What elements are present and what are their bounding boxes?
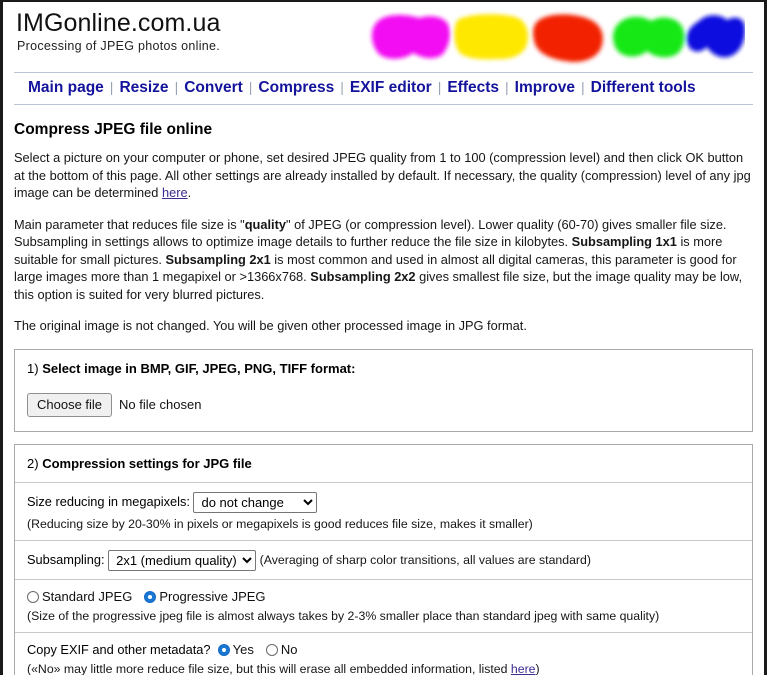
nav-separator: | [340, 79, 344, 95]
standard-jpeg-label[interactable]: Standard JPEG [42, 589, 132, 604]
nav-item-improve[interactable]: Improve [515, 79, 575, 96]
size-reducing-select[interactable]: do not change [193, 491, 318, 513]
nav-item-main-page[interactable]: Main page [28, 79, 104, 96]
step1-heading: 1) Select image in BMP, GIF, JPEG, PNG, … [15, 350, 752, 387]
parameters-paragraph: Main parameter that reduces file size is… [14, 216, 753, 304]
exif-note-after: ) [535, 661, 540, 675]
nav-separator: | [174, 79, 179, 95]
yellow-blob [454, 14, 529, 60]
exif-note-before: («No» may little more reduce file size, … [27, 661, 511, 675]
nav-separator: | [248, 79, 253, 95]
para2-quality-term: quality [244, 216, 286, 232]
exif-row: Copy EXIF and other metadata? Yes No («No… [15, 633, 752, 675]
page-root: IMGonline.com.ua Processing of JPEG phot… [0, 0, 767, 675]
exif-yes-radio[interactable] [217, 643, 230, 656]
blue-blob [686, 15, 745, 58]
exif-label: Copy EXIF and other metadata? [27, 641, 211, 657]
intro-text-part2: . [187, 185, 192, 200]
nav-item-resize[interactable]: Resize [119, 79, 168, 96]
file-status-label: No file chosen [119, 397, 202, 412]
page-title: Compress JPEG file online [14, 121, 213, 138]
magenta-blob [371, 15, 451, 59]
exif-no-radio[interactable] [265, 643, 278, 656]
progressive-jpeg-radio[interactable] [144, 590, 157, 603]
step2-heading: 2) Compression settings for JPG file [15, 445, 752, 482]
step2-panel: 2) Compression settings for JPG file Siz… [14, 443, 753, 675]
nav-item-effects[interactable]: Effects [447, 79, 499, 96]
step1-body: Choose file No file chosen [15, 387, 752, 431]
para2-subsampling-2x2-term: Subsampling 2x2 [310, 269, 416, 284]
para2-subsampling-1x1-term: Subsampling 1x1 [571, 234, 677, 249]
nav-item-different-tools[interactable]: Different tools [591, 79, 696, 96]
step2-title: Compression settings for JPG file [42, 455, 252, 471]
nav-item-convert[interactable]: Convert [184, 79, 243, 96]
intro-text-part1: Select a picture on your computer or pho… [14, 150, 751, 200]
intro-here-link[interactable]: here [162, 185, 188, 200]
logo-blobs-graphic [371, 14, 745, 62]
choose-file-button[interactable]: Choose file [27, 392, 113, 417]
nav-separator: | [580, 79, 585, 95]
step1-number: 1) [27, 360, 39, 376]
size-reducing-note: (Reducing size by 20-30% in pixels or me… [27, 516, 533, 531]
exif-here-link[interactable]: here [511, 662, 536, 675]
exif-note: («No» may little more reduce file size, … [27, 661, 740, 675]
red-blob [533, 14, 603, 62]
green-blob [613, 16, 685, 58]
nav-list: Main page | Resize | Convert | Compress | EXIF e… [14, 79, 753, 97]
nav-separator: | [109, 79, 114, 95]
nav-item-exif-editor[interactable]: EXIF editor [350, 79, 432, 96]
step1-title: Select image in BMP, GIF, JPEG, PNG, TIF… [42, 360, 356, 376]
step1-panel: 1) Select image in BMP, GIF, JPEG, PNG, … [14, 348, 753, 432]
jpeg-type-row: Standard JPEG Progressive JPEG (Size of t… [15, 580, 752, 632]
primary-navigation: Main page | Resize | Convert | Compress | EXIF e… [14, 72, 753, 105]
nav-item-compress[interactable]: Compress [258, 79, 334, 96]
original-image-note: The original image is not changed. You w… [14, 318, 527, 333]
exif-no-label[interactable]: No [281, 642, 298, 657]
subsampling-row: Subsampling: 2x1 (medium quality) (Avera… [15, 541, 752, 579]
site-header: IMGonline.com.ua Processing of JPEG phot… [14, 2, 753, 70]
size-reducing-label: Size reducing in megapixels: [27, 493, 190, 509]
size-reducing-row: Size reducing in megapixels: do not chan… [15, 483, 752, 540]
subsampling-note: (Averaging of sharp color transitions, a… [259, 552, 591, 567]
jpeg-type-note: (Size of the progressive jpeg file is al… [27, 608, 660, 623]
subsampling-select[interactable]: 2x1 (medium quality) [108, 549, 257, 571]
nav-separator: | [437, 79, 442, 95]
subsampling-label: Subsampling: [27, 551, 105, 567]
exif-yes-label[interactable]: Yes [233, 642, 254, 657]
intro-paragraph: Select a picture on your computer or pho… [14, 149, 753, 202]
para2-subsampling-2x1-term: Subsampling 2x1 [165, 251, 271, 267]
step2-number: 2) [27, 455, 39, 471]
standard-jpeg-radio[interactable] [27, 590, 39, 603]
para2-a: Main parameter that reduces file size is… [14, 216, 245, 232]
progressive-jpeg-label[interactable]: Progressive JPEG [159, 589, 265, 604]
nav-separator: | [505, 79, 509, 95]
